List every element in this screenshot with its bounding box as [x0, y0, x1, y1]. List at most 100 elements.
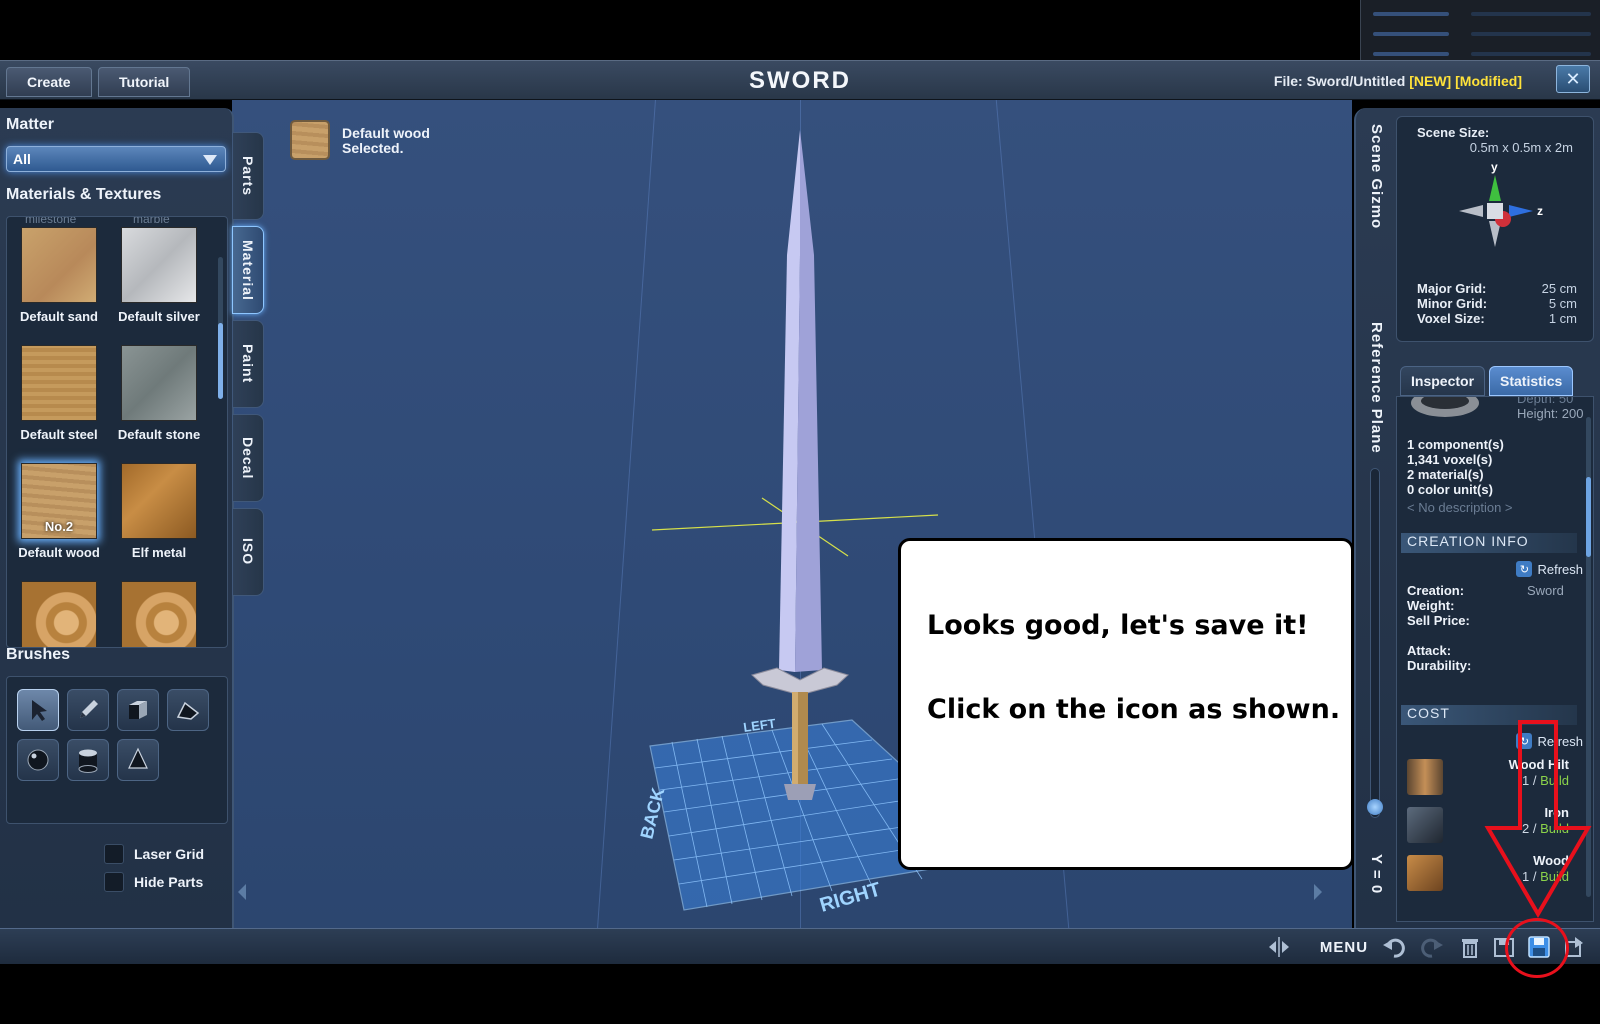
material-swirl-1[interactable]	[11, 581, 107, 647]
material-default-steel[interactable]: Default steel	[11, 345, 107, 442]
annotation-arrow	[1484, 720, 1592, 918]
sphere-brush[interactable]	[17, 739, 59, 781]
tab-decal[interactable]: Decal	[232, 414, 264, 502]
close-button[interactable]: ✕	[1556, 65, 1590, 93]
scene-gizmo-box: Scene Size: 0.5m x 0.5m x 2m y z Major G…	[1396, 116, 1594, 342]
annotation-circle	[1505, 918, 1569, 978]
material-swatch	[121, 581, 197, 647]
major-grid-label: Major Grid:	[1417, 281, 1487, 296]
scrollbar-thumb[interactable]	[1586, 477, 1591, 557]
wedge-icon	[176, 701, 200, 720]
cube-icon	[129, 701, 147, 719]
redo-button[interactable]	[1418, 935, 1446, 959]
reference-plane-slider[interactable]	[1367, 468, 1383, 818]
laser-grid-checkbox[interactable]	[104, 844, 124, 864]
callout-line-1: Looks good, let's save it!	[927, 610, 1309, 641]
color-unit-count: 0 color unit(s)	[1407, 482, 1493, 497]
wood-hilt-icon	[1407, 759, 1443, 795]
select-arrow-brush[interactable]	[17, 689, 59, 731]
cube-brush[interactable]	[117, 689, 159, 731]
material-default-silver[interactable]: Default silver	[111, 227, 207, 324]
undo-button[interactable]	[1380, 935, 1408, 959]
major-grid-value: 25 cm	[1541, 281, 1577, 296]
slider-knob[interactable]	[1367, 799, 1383, 815]
voxel-size-label: Voxel Size:	[1417, 311, 1485, 326]
major-grid-row: Major Grid: 25 cm	[1417, 281, 1577, 296]
material-default-wood[interactable]: No.2 Default wood	[11, 463, 107, 560]
creation-value: Sword	[1527, 583, 1564, 598]
overlay-line	[1471, 32, 1591, 36]
material-label: Default wood	[18, 545, 100, 560]
hide-parts-toggle[interactable]: Hide Parts	[104, 872, 203, 892]
creation-refresh-button[interactable]: ↻ Refresh	[1516, 561, 1583, 577]
bottom-toolbar: MENU	[0, 928, 1600, 964]
delete-button[interactable]	[1456, 935, 1484, 959]
viewport-nav-right	[1314, 884, 1322, 900]
tab-statistics[interactable]: Statistics	[1489, 366, 1574, 396]
material-label: Default silver	[118, 309, 200, 324]
hide-parts-checkbox[interactable]	[104, 872, 124, 892]
matter-heading: Matter	[6, 116, 55, 133]
tutorial-tab[interactable]: Tutorial	[98, 67, 191, 97]
material-default-stone[interactable]: Default stone	[111, 345, 207, 442]
creation-info-heading: CREATION INFO	[1401, 533, 1577, 553]
scene-gizmo-label: Scene Gizmo	[1368, 124, 1385, 230]
tab-parts[interactable]: Parts	[232, 132, 264, 220]
file-name: Sword/Untitled	[1306, 73, 1406, 89]
sword-model	[750, 130, 849, 800]
create-tab[interactable]: Create	[6, 67, 92, 97]
selected-material-text: Default wood Selected.	[342, 125, 430, 156]
tab-label: ISO	[240, 538, 256, 566]
menu-button[interactable]: MENU	[1316, 935, 1372, 959]
attack-label: Attack:	[1407, 643, 1452, 658]
material-default-sand[interactable]: Default sand	[11, 227, 107, 324]
cone-brush[interactable]	[117, 739, 159, 781]
material-elf-metal[interactable]: Elf metal	[111, 463, 207, 560]
file-info: File: Sword/Untitled [NEW] [Modified]	[1274, 73, 1522, 89]
material-label: Default stone	[117, 427, 201, 442]
tab-label: Decal	[240, 436, 256, 480]
scene-size-label: Scene Size:	[1417, 125, 1490, 140]
refresh-label: Refresh	[1537, 561, 1583, 577]
material-swirl-2[interactable]	[111, 581, 207, 647]
cutoff-label: milestone	[25, 216, 77, 226]
matter-select[interactable]: All	[6, 146, 226, 172]
material-swatch	[21, 581, 97, 647]
inspector-tabs: Inspector Statistics	[1400, 366, 1574, 396]
durability-label: Durability:	[1407, 658, 1472, 673]
voxel-size-row: Voxel Size: 1 cm	[1417, 311, 1577, 326]
new-tag: [NEW]	[1409, 73, 1452, 89]
hide-parts-label: Hide Parts	[134, 874, 204, 890]
pencil-brush[interactable]	[67, 689, 109, 731]
tab-inspector[interactable]: Inspector	[1400, 366, 1486, 396]
material-label: Default sand	[19, 309, 98, 324]
axis-gizmo[interactable]: y z	[1397, 153, 1595, 273]
material-swatch	[21, 227, 97, 303]
tab-material[interactable]: Material	[232, 226, 264, 314]
undo-icon	[1383, 938, 1405, 958]
tab-label: Material	[240, 239, 256, 301]
mirror-icon	[1269, 937, 1289, 957]
cutoff-label: marble	[133, 216, 170, 226]
selected-material-swatch	[290, 120, 330, 160]
sell-price-label: Sell Price:	[1407, 613, 1470, 628]
matter-select-value: All	[13, 151, 31, 167]
minor-grid-value: 5 cm	[1548, 296, 1577, 311]
brushes-heading: Brushes	[6, 646, 71, 663]
chevron-down-icon	[203, 155, 217, 165]
minor-grid-label: Minor Grid:	[1417, 296, 1488, 311]
tab-iso[interactable]: ISO	[232, 508, 264, 596]
mirror-button[interactable]	[1264, 935, 1294, 959]
material-swatch	[21, 345, 97, 421]
materials-scrollbar[interactable]	[218, 257, 223, 399]
overlay-line	[1373, 52, 1449, 56]
cylinder-brush[interactable]	[67, 739, 109, 781]
wedge-brush[interactable]	[167, 689, 209, 731]
tab-paint[interactable]: Paint	[232, 320, 264, 408]
sphere-icon	[27, 749, 49, 771]
scrollbar-thumb[interactable]	[218, 323, 223, 399]
laser-grid-toggle[interactable]: Laser Grid	[104, 844, 204, 864]
close-icon: ✕	[1565, 68, 1581, 89]
tab-label: Parts	[240, 155, 256, 197]
axis-label-z: z	[1537, 204, 1543, 218]
